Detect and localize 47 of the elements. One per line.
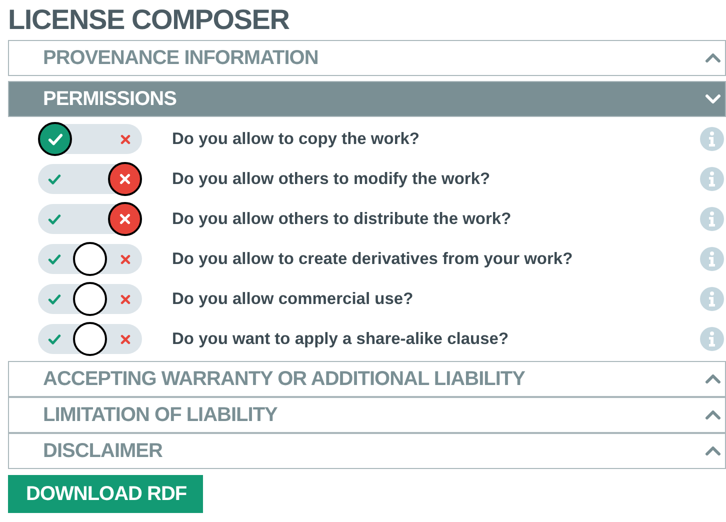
- cross-icon: [120, 134, 131, 145]
- chevron-up-icon: [705, 374, 721, 384]
- chevron-up-icon: [705, 53, 721, 63]
- question-text: Do you want to apply a share-alike clause?: [172, 328, 510, 350]
- check-icon: [48, 253, 61, 266]
- yes-no-toggle[interactable]: [38, 124, 142, 154]
- cross-icon: [119, 173, 131, 185]
- section-title: DISCLAIMER: [43, 439, 164, 464]
- toggle-knob[interactable]: [73, 242, 107, 276]
- chevron-down-icon: [705, 94, 721, 104]
- question-text: Do you allow to create derivatives from your work?: [172, 248, 574, 270]
- question-text: Do you allow commercial use?: [172, 288, 414, 310]
- yes-no-toggle[interactable]: [38, 284, 142, 314]
- section-title: ACCEPTING WARRANTY OR ADDITIONAL LIABILITY: [43, 367, 526, 392]
- toggle-knob[interactable]: [108, 202, 142, 236]
- section-title: PROVENANCE INFORMATION: [43, 46, 320, 71]
- cross-icon: [119, 213, 131, 225]
- yes-no-toggle[interactable]: [38, 244, 142, 274]
- accordion-header[interactable]: PERMISSIONS: [8, 81, 726, 117]
- check-icon: [48, 173, 61, 186]
- chevron-up-icon: [705, 446, 721, 456]
- question-text: Do you allow others to modify the work?: [172, 168, 492, 190]
- chevron-up-icon: [705, 410, 721, 420]
- page-title: LICENSE COMPOSER: [8, 3, 290, 37]
- yes-no-toggle[interactable]: [38, 204, 142, 234]
- toggle-knob[interactable]: [73, 322, 107, 356]
- yes-no-toggle[interactable]: [38, 164, 142, 194]
- yes-no-toggle[interactable]: [38, 324, 142, 354]
- cross-icon: [120, 294, 131, 305]
- accordion-header[interactable]: LIMITATION OF LIABILITY: [8, 397, 726, 433]
- cross-icon: [120, 254, 131, 265]
- check-icon: [48, 293, 61, 306]
- check-icon: [48, 132, 62, 146]
- section-title: PERMISSIONS: [43, 87, 178, 112]
- question-text: Do you allow others to distribute the work?: [172, 208, 512, 230]
- toggle-knob[interactable]: [73, 282, 107, 316]
- download-button[interactable]: DOWNLOAD RDF: [8, 475, 203, 513]
- accordion-header[interactable]: DISCLAIMER: [8, 433, 726, 469]
- cross-icon: [120, 334, 131, 345]
- question-text: Do you allow to copy the work?: [172, 128, 421, 150]
- toggle-knob[interactable]: [38, 122, 72, 156]
- accordion-header[interactable]: ACCEPTING WARRANTY OR ADDITIONAL LIABILITY: [8, 361, 726, 397]
- check-icon: [48, 333, 61, 346]
- accordion-header[interactable]: PROVENANCE INFORMATION: [8, 40, 726, 76]
- section-title: LIMITATION OF LIABILITY: [43, 403, 278, 428]
- toggle-knob[interactable]: [108, 162, 142, 196]
- check-icon: [48, 213, 61, 226]
